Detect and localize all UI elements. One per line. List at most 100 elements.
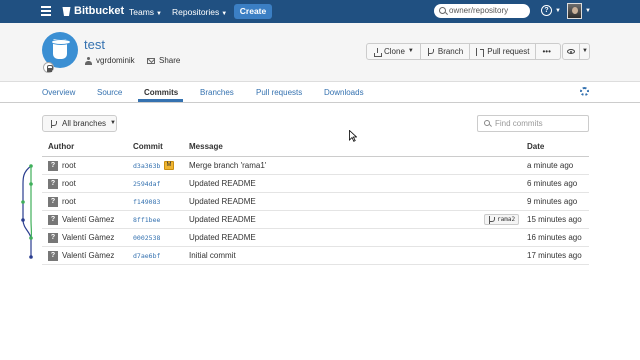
table-row[interactable]: ? Valentí Gàmez 8ff1bee Updated README r…	[42, 211, 589, 229]
watch-toggle[interactable]	[563, 44, 580, 59]
graph-commit-dot	[29, 255, 33, 259]
gear-icon[interactable]	[580, 87, 589, 96]
clone-button[interactable]: Clone ▼	[367, 44, 421, 59]
create-button[interactable]: Create	[234, 4, 272, 19]
pull-request-label: Pull request	[487, 47, 530, 56]
owner-name: vgrdominik	[96, 56, 135, 65]
branch-tag-label: rama2	[497, 216, 516, 223]
commit-message: Initial commit	[189, 251, 236, 260]
watch-button[interactable]: ▼	[562, 43, 590, 60]
commit-hash-link[interactable]: 0002538	[133, 234, 160, 242]
tab-pull-requests[interactable]: Pull requests	[256, 88, 302, 97]
commit-graph	[21, 164, 33, 259]
share-button[interactable]: Share	[147, 56, 180, 65]
avatar: ?	[48, 197, 58, 207]
chevron-down-icon[interactable]: ▼	[555, 8, 561, 14]
commit-hash-link[interactable]: 2594daf	[133, 180, 160, 188]
hamburger-menu-icon[interactable]	[41, 6, 51, 16]
bitbucket-bucket-icon	[62, 6, 71, 16]
pull-request-icon	[476, 47, 485, 57]
pull-request-button[interactable]: Pull request	[470, 44, 537, 59]
column-header-message: Message	[189, 142, 223, 151]
repository-tabs: Overview Source Commits Branches Pull re…	[0, 82, 640, 103]
branch-button[interactable]: Branch	[421, 44, 471, 59]
watch-options[interactable]: ▼	[580, 44, 590, 59]
chevron-down-icon: ▼	[110, 120, 116, 126]
lock-icon	[43, 62, 54, 73]
tab-branches[interactable]: Branches	[200, 88, 234, 97]
top-navigation-bar: Bitbucket Teams ▼ Repositories ▼ Create ow…	[0, 0, 640, 23]
column-header-author: Author	[48, 142, 75, 151]
chevron-down-icon: ▼	[221, 11, 228, 17]
branch-tag[interactable]: rama2	[484, 214, 520, 225]
branch-icon	[427, 47, 435, 56]
commit-author: root	[62, 197, 76, 206]
repository-actions: Clone ▼ Branch Pull request •••	[366, 43, 561, 60]
commit-hash-link[interactable]: 8ff1bee	[133, 216, 160, 224]
commit-hash-link[interactable]: d3a363b	[133, 162, 160, 170]
commit-message: Updated README	[189, 233, 256, 242]
table-row[interactable]: ? Valentí Gàmez 0002538 Updated README 1…	[42, 229, 589, 247]
tab-overview[interactable]: Overview	[42, 88, 75, 97]
commit-message: Updated README	[189, 179, 256, 188]
avatar: ?	[48, 251, 58, 261]
merge-badge: M	[164, 161, 174, 170]
branch-filter-dropdown[interactable]: All branches ▼	[42, 115, 117, 132]
user-avatar[interactable]	[567, 3, 582, 19]
graph-commit-dot	[29, 236, 33, 240]
table-row[interactable]: ? root f149083 Updated README 9 minutes …	[42, 193, 589, 211]
commit-date: 17 minutes ago	[527, 251, 582, 260]
repository-search-input[interactable]: owner/repository	[434, 4, 530, 18]
find-commits-input[interactable]: Find commits	[477, 115, 589, 132]
eye-icon	[567, 49, 575, 54]
column-header-commit: Commit	[133, 142, 163, 151]
avatar: ?	[48, 179, 58, 189]
chevron-down-icon: ▼	[407, 48, 414, 54]
chevron-down-icon: ▼	[582, 48, 588, 54]
tab-source[interactable]: Source	[97, 88, 122, 97]
branch-icon	[488, 216, 495, 224]
bitbucket-logo[interactable]: Bitbucket	[62, 5, 124, 17]
commit-date: 15 minutes ago	[527, 215, 582, 224]
clone-label: Clone	[384, 47, 405, 56]
tab-downloads[interactable]: Downloads	[324, 88, 364, 97]
branch-filter-label: All branches	[62, 119, 107, 128]
commit-author: Valentí Gàmez	[62, 215, 115, 224]
user-icon	[85, 56, 92, 65]
commit-hash-link[interactable]: d7ae6bf	[133, 252, 160, 260]
commit-date: 6 minutes ago	[527, 179, 578, 188]
chevron-down-icon[interactable]: ▼	[585, 8, 591, 14]
commit-date: 16 minutes ago	[527, 233, 582, 242]
teams-label: Teams	[129, 7, 155, 17]
repository-owner[interactable]: vgrdominik	[85, 56, 135, 65]
teams-menu[interactable]: Teams ▼	[129, 7, 162, 17]
commit-author: root	[62, 179, 76, 188]
column-header-date: Date	[527, 142, 545, 151]
avatar: ?	[48, 161, 58, 171]
share-icon	[147, 57, 155, 64]
download-icon	[373, 47, 382, 57]
commit-date: 9 minutes ago	[527, 197, 578, 206]
commit-author: Valentí Gàmez	[62, 251, 115, 260]
more-actions-button[interactable]: •••	[536, 44, 556, 59]
commit-message: Updated README	[189, 215, 256, 224]
graph-commit-dot	[21, 200, 25, 204]
tab-commits[interactable]: Commits	[144, 88, 178, 97]
chevron-down-icon: ▼	[156, 11, 162, 17]
find-commits-placeholder: Find commits	[495, 119, 543, 128]
help-icon[interactable]: ?	[541, 5, 552, 16]
repository-name[interactable]: test	[84, 37, 105, 52]
table-row[interactable]: ? Valentí Gàmez d7ae6bf Initial commit 1…	[42, 247, 589, 265]
search-icon	[484, 120, 490, 126]
commit-author: Valentí Gàmez	[62, 233, 115, 242]
search-icon	[439, 7, 446, 14]
share-label: Share	[159, 56, 181, 65]
repositories-menu[interactable]: Repositories ▼	[172, 7, 227, 17]
table-row[interactable]: ? root 2594daf Updated README 6 minutes …	[42, 175, 589, 193]
graph-commit-dot	[29, 164, 33, 168]
repositories-label: Repositories	[172, 7, 220, 17]
commit-hash-link[interactable]: f149083	[133, 198, 160, 206]
mouse-cursor-icon	[349, 130, 357, 142]
table-row[interactable]: ? root d3a363b M Merge branch 'rama1' a …	[42, 157, 589, 175]
brand-name: Bitbucket	[74, 5, 125, 17]
